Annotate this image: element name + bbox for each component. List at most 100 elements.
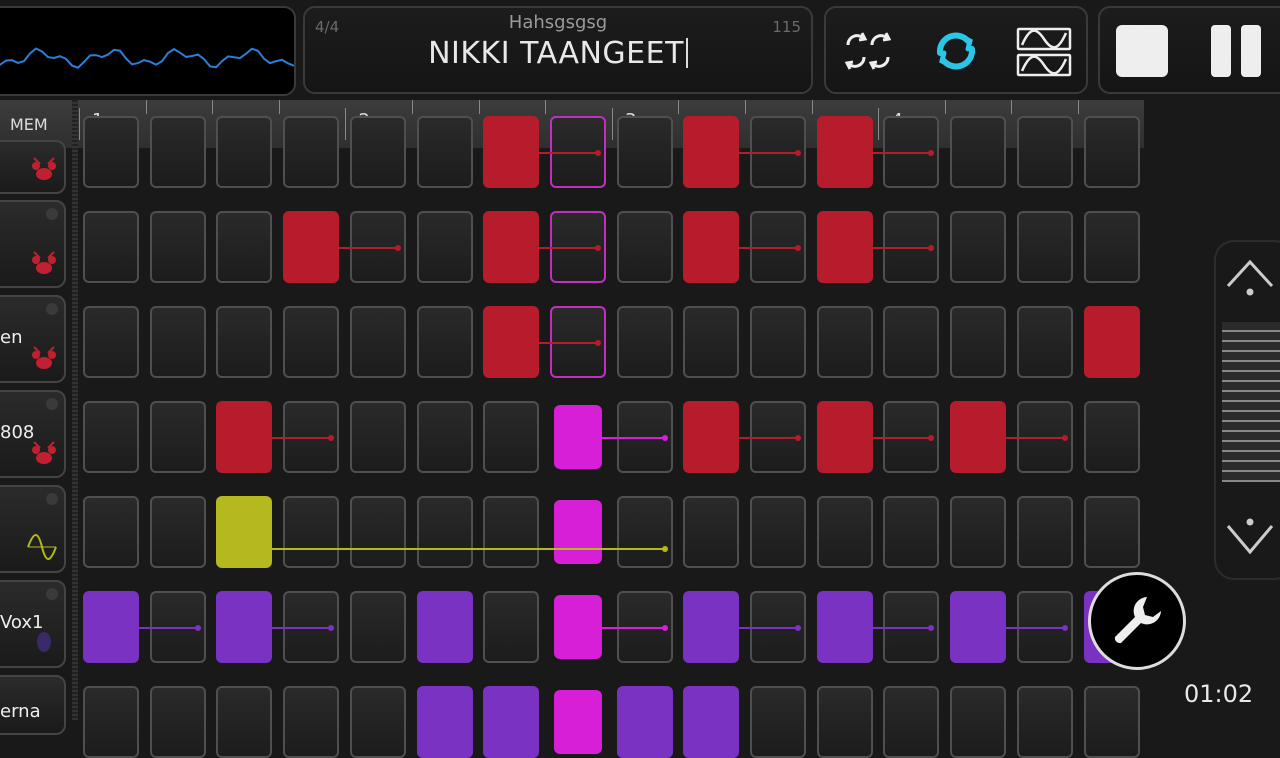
empty-step[interactable]	[149, 401, 206, 473]
empty-step[interactable]	[216, 211, 273, 283]
empty-step[interactable]	[616, 116, 673, 188]
empty-step[interactable]	[1016, 496, 1073, 568]
settings-button[interactable]	[1088, 572, 1186, 670]
track-name: en	[0, 327, 23, 348]
empty-step[interactable]	[349, 686, 406, 758]
empty-step[interactable]	[149, 496, 206, 568]
empty-step[interactable]	[83, 306, 139, 378]
empty-step[interactable]	[1016, 116, 1073, 188]
empty-step[interactable]	[950, 116, 1007, 188]
empty-step[interactable]	[216, 306, 273, 378]
empty-step[interactable]	[1083, 211, 1140, 283]
note-step-red[interactable]	[1083, 306, 1140, 378]
empty-step[interactable]	[483, 591, 540, 663]
song-info-panel[interactable]: 4/4 115 Hahsgsgsg NIKKI TAANGEET	[303, 6, 813, 94]
note-tail	[844, 435, 935, 441]
empty-step[interactable]	[950, 686, 1007, 758]
track-header[interactable]	[0, 140, 66, 194]
empty-step[interactable]	[149, 306, 206, 378]
empty-step[interactable]	[1083, 686, 1140, 758]
stop-button[interactable]	[1114, 22, 1170, 80]
beat-tick	[145, 100, 147, 114]
empty-step[interactable]	[416, 496, 473, 568]
scroll-up-icon[interactable]	[1220, 256, 1280, 296]
empty-step[interactable]	[750, 686, 806, 758]
empty-step[interactable]	[950, 211, 1007, 283]
empty-step[interactable]	[83, 496, 139, 568]
track-header[interactable]	[0, 200, 66, 288]
empty-step[interactable]	[283, 496, 340, 568]
empty-step[interactable]	[416, 401, 473, 473]
track-header[interactable]: 808	[0, 390, 66, 478]
empty-step[interactable]	[283, 686, 340, 758]
empty-step[interactable]	[883, 306, 940, 378]
pause-button[interactable]	[1208, 22, 1264, 80]
empty-step[interactable]	[149, 211, 206, 283]
note-step-magenta[interactable]	[553, 690, 602, 754]
empty-step[interactable]	[83, 116, 139, 188]
note-step-purple[interactable]	[416, 686, 473, 758]
empty-step[interactable]	[616, 496, 673, 568]
note-tail	[511, 340, 601, 346]
empty-step[interactable]	[349, 306, 406, 378]
empty-step[interactable]	[750, 496, 806, 568]
empty-step[interactable]	[683, 496, 740, 568]
empty-step[interactable]	[483, 496, 540, 568]
empty-step[interactable]	[283, 116, 340, 188]
beat-tick	[412, 100, 413, 114]
empty-step[interactable]	[83, 211, 139, 283]
empty-step[interactable]	[349, 401, 406, 473]
empty-step[interactable]	[816, 496, 873, 568]
note-tail	[311, 245, 401, 251]
note-step-purple[interactable]	[416, 591, 473, 663]
empty-step[interactable]	[83, 401, 139, 473]
empty-step[interactable]	[283, 306, 340, 378]
drum-kit-icon	[30, 154, 58, 186]
track-divider[interactable]	[72, 100, 78, 720]
empty-step[interactable]	[616, 306, 673, 378]
empty-step[interactable]	[416, 306, 473, 378]
empty-step[interactable]	[1016, 686, 1073, 758]
shuffle-button[interactable]	[836, 22, 900, 80]
scroll-down-icon[interactable]	[1220, 518, 1280, 558]
empty-step[interactable]	[483, 401, 540, 473]
track-header[interactable]	[0, 485, 66, 573]
empty-step[interactable]	[216, 116, 273, 188]
empty-step[interactable]	[950, 496, 1007, 568]
note-step-yellow[interactable]	[216, 496, 273, 568]
note-step-magenta[interactable]	[553, 500, 602, 564]
empty-step[interactable]	[149, 116, 206, 188]
loop-button[interactable]	[924, 22, 988, 80]
empty-step[interactable]	[1016, 211, 1073, 283]
empty-step[interactable]	[816, 306, 873, 378]
empty-step[interactable]	[349, 591, 406, 663]
empty-step[interactable]	[416, 116, 473, 188]
empty-step[interactable]	[1083, 496, 1140, 568]
empty-step[interactable]	[416, 211, 473, 283]
empty-step[interactable]	[349, 496, 406, 568]
track-header[interactable]: en	[0, 295, 66, 383]
empty-step[interactable]	[1016, 306, 1073, 378]
empty-step[interactable]	[883, 496, 940, 568]
empty-step[interactable]	[750, 306, 806, 378]
empty-step[interactable]	[883, 686, 940, 758]
empty-step[interactable]	[816, 686, 873, 758]
empty-step[interactable]	[1083, 116, 1140, 188]
empty-step[interactable]	[83, 686, 139, 758]
empty-step[interactable]	[950, 306, 1007, 378]
vertical-scroller[interactable]	[1214, 240, 1280, 580]
note-step-purple[interactable]	[483, 686, 540, 758]
empty-step[interactable]	[216, 686, 273, 758]
track-header[interactable]: erna	[0, 675, 66, 735]
empty-step[interactable]	[149, 686, 206, 758]
empty-step[interactable]	[349, 116, 406, 188]
scroll-grip[interactable]	[1222, 322, 1280, 482]
note-step-purple[interactable]	[683, 686, 740, 758]
empty-step[interactable]	[616, 211, 673, 283]
empty-step[interactable]	[1083, 401, 1140, 473]
song-name-field[interactable]: NIKKI TAANGEET	[305, 36, 811, 71]
waveform-mode-button[interactable]	[1012, 22, 1076, 80]
empty-step[interactable]	[683, 306, 740, 378]
note-step-purple[interactable]	[616, 686, 673, 758]
track-header[interactable]: Vox1	[0, 580, 66, 668]
